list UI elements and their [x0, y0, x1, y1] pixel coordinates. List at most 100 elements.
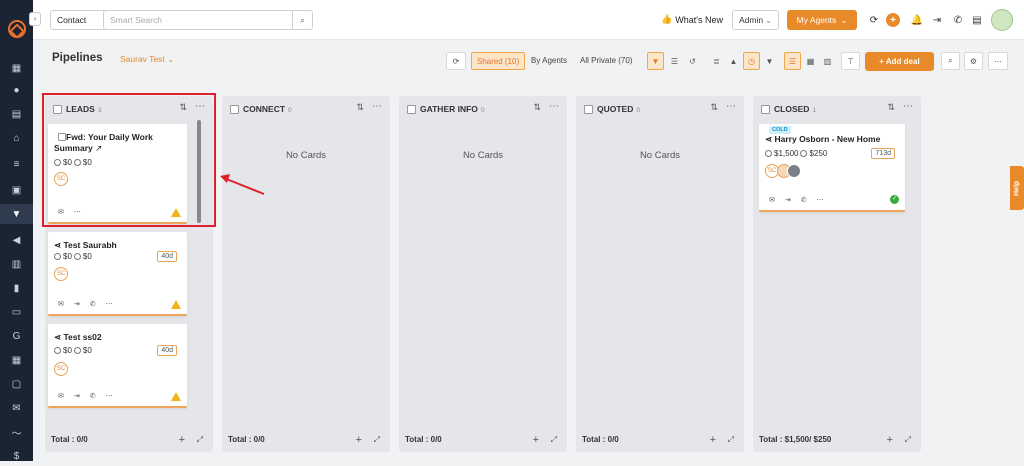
pin-icon[interactable]: ⊤ — [841, 52, 860, 70]
grid-view-icon[interactable]: ▦ — [802, 52, 819, 70]
shared-filter-button[interactable]: Shared (10) — [471, 52, 525, 70]
more-options-icon[interactable]: ⋯ — [726, 101, 736, 112]
history-icon[interactable]: ↺ — [684, 52, 701, 70]
add-card-icon[interactable]: + — [887, 434, 893, 446]
search-icon[interactable]: ⌕ — [292, 11, 312, 29]
more-options-icon[interactable]: ⋯ — [106, 300, 113, 308]
avatar[interactable]: SC — [54, 267, 68, 281]
phone-icon[interactable]: ✆ — [90, 300, 96, 308]
phone-icon[interactable]: ✆ — [90, 392, 96, 400]
app-logo[interactable] — [4, 16, 30, 42]
column-view-icon[interactable]: ☰ — [784, 52, 801, 70]
sidebar-collapse-button[interactable]: › — [29, 12, 41, 26]
thumbs-up-icon: 👍 — [661, 14, 673, 24]
whats-new-link[interactable]: 👍 What's New — [661, 14, 723, 25]
rows-icon[interactable]: ≣ — [708, 52, 725, 70]
expand-icon[interactable]: ⤢ — [728, 435, 734, 445]
more-options-icon[interactable]: ⋯ — [549, 101, 559, 112]
select-column-checkbox[interactable] — [407, 104, 416, 114]
more-options-icon[interactable]: ⋯ — [106, 392, 113, 400]
card-title-text: Harry Osborn - New Home — [774, 134, 881, 144]
login-icon[interactable]: ⇥ — [74, 392, 80, 400]
table-icon[interactable]: ▦ — [0, 350, 33, 370]
column-header: QUOTED 0 ⇅ ⋯ — [584, 101, 736, 116]
add-icon[interactable]: + — [886, 13, 900, 27]
filter-icon[interactable]: ▼ — [647, 52, 664, 70]
contacts-icon[interactable]: ● — [0, 80, 33, 100]
bank-icon[interactable]: ⌂ — [0, 128, 33, 148]
mail-icon[interactable]: ✉ — [0, 398, 33, 418]
add-deal-button[interactable]: + Add deal — [865, 52, 934, 71]
search-icon[interactable]: ⌕ — [941, 52, 960, 70]
dashboard-icon[interactable]: ▦ — [0, 58, 33, 78]
login-icon[interactable]: ⇥ — [74, 300, 80, 308]
expand-icon[interactable]: ⤢ — [374, 435, 380, 445]
sort-icon[interactable]: ⇅ — [887, 102, 895, 113]
sort-icon[interactable]: ⇅ — [710, 102, 718, 113]
more-options-icon[interactable]: ⋯ — [988, 52, 1008, 70]
login-icon[interactable]: ⇥ — [785, 196, 791, 204]
column-total: Total : 0/0 — [582, 435, 619, 444]
login-icon[interactable]: ⇥ — [930, 13, 944, 27]
bell-icon[interactable]: 🔔 — [910, 13, 924, 27]
settings-icon[interactable]: ⚙ — [964, 52, 983, 70]
google-icon[interactable]: G — [0, 326, 33, 346]
expand-icon[interactable]: ⤢ — [905, 435, 911, 445]
more-options-icon[interactable]: ⋯ — [903, 101, 913, 112]
documents-icon[interactable]: ▤ — [0, 104, 33, 124]
more-options-icon[interactable]: ⋯ — [372, 101, 382, 112]
clock-icon[interactable]: ◷ — [743, 52, 760, 70]
expand-icon[interactable]: ⤢ — [551, 435, 557, 445]
sort-icon[interactable]: ⇅ — [356, 102, 364, 113]
avatar[interactable] — [787, 164, 801, 178]
help-tab[interactable]: Help — [1010, 166, 1024, 210]
calendar-icon[interactable]: ▢ — [0, 374, 33, 394]
more-options-icon[interactable]: ⋯ — [817, 196, 824, 204]
select-column-checkbox[interactable] — [584, 104, 593, 114]
mail-icon[interactable]: ✉ — [58, 392, 64, 400]
card-title: ⋖ Harry Osborn - New Home — [765, 134, 880, 145]
add-card-icon[interactable]: + — [356, 434, 362, 446]
mail-icon[interactable]: ✉ — [769, 196, 775, 204]
role-select[interactable]: Admin ⌄ — [732, 10, 779, 30]
phone-icon[interactable]: ✆ — [801, 196, 807, 204]
card-actions: ✉ ⇥ ✆ ⋯ — [58, 392, 113, 400]
activity-icon[interactable]: 〜 — [0, 422, 33, 442]
expand-icon[interactable]: ⤢ — [197, 435, 203, 445]
avatar[interactable]: SC — [54, 362, 68, 376]
sort-icon[interactable]: ⇅ — [533, 102, 541, 113]
pipeline-icon[interactable]: ▼ — [0, 204, 33, 224]
age-badge: 40d — [157, 251, 177, 262]
user-avatar[interactable] — [991, 9, 1013, 31]
deal-card[interactable]: ⋖ Test Saurabh $0 $0 40d SC ✉ ⇥ ✆ ⋯ — [48, 232, 187, 316]
select-column-checkbox[interactable] — [761, 104, 770, 114]
profile-icon[interactable]: ▣ — [0, 180, 33, 200]
deal-card[interactable]: COLD ⋖ Harry Osborn - New Home $1,500 $2… — [759, 124, 905, 212]
list-view-icon[interactable]: ☰ — [666, 52, 683, 70]
add-card-icon[interactable]: + — [710, 434, 716, 446]
megaphone-icon[interactable]: ◀ — [0, 230, 33, 250]
all-private-filter[interactable]: All Private (70) — [580, 56, 632, 65]
reload-icon[interactable]: ⟳ — [446, 52, 466, 70]
phone-icon[interactable]: ✆ — [951, 13, 965, 27]
thumbs-down-icon[interactable]: ▼ — [761, 52, 778, 70]
add-card-icon[interactable]: + — [533, 434, 539, 446]
list-icon[interactable]: ≡ — [0, 154, 33, 174]
search-input[interactable]: Smart Search ⌕ — [103, 10, 313, 30]
folder-icon[interactable]: ▭ — [0, 302, 33, 322]
dollar-icon[interactable]: $ — [0, 446, 33, 466]
board-view-icon[interactable]: ▥ — [819, 52, 836, 70]
column-header: GATHER INFO 0 ⇅ ⋯ — [407, 101, 559, 116]
mail-icon[interactable]: ✉ — [58, 300, 64, 308]
by-agents-filter[interactable]: By Agents — [531, 56, 567, 65]
calculator-icon[interactable]: ▤ — [970, 13, 984, 27]
pipeline-user-select[interactable]: Saurav Test ⌄ — [120, 54, 174, 65]
reports-icon[interactable]: ▮ — [0, 278, 33, 298]
my-agents-button[interactable]: My Agents ⌄ — [787, 10, 857, 30]
add-card-icon[interactable]: + — [179, 434, 185, 446]
deal-card[interactable]: ⋖ Test ss02 $0 $0 40d SC ✉ ⇥ ✆ ⋯ — [48, 324, 187, 408]
calculator-icon[interactable]: ▥ — [0, 254, 33, 274]
select-column-checkbox[interactable] — [230, 104, 239, 114]
thumbs-up-icon[interactable]: ▲ — [725, 52, 742, 70]
refresh-icon[interactable]: ⟳ — [867, 13, 881, 27]
